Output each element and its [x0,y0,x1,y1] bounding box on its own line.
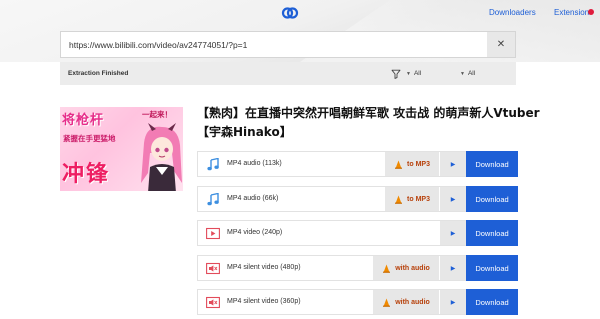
convert-button[interactable]: to MP3 [385,152,439,176]
convert-button[interactable]: to MP3 [385,187,439,211]
play-button[interactable]: ▶ [440,290,466,314]
format-row: MP4 audio (66k) to MP3 ▶ Download [197,186,518,212]
close-icon: ✕ [496,39,506,50]
convert-label: to MP3 [407,195,430,203]
video-player-icon [206,227,220,240]
play-button[interactable]: ▶ [440,152,466,176]
muted-video-icon [206,296,220,309]
download-button[interactable]: Download [466,255,518,281]
download-button[interactable]: Download [466,289,518,315]
muted-video-icon [206,262,220,275]
extraction-status: Extraction Finished [68,70,129,77]
chevron-down-icon: ▼ [406,71,411,77]
funnel-icon[interactable] [391,69,401,79]
play-icon: ▶ [450,230,456,237]
filter-type-select[interactable]: ▼ All [406,70,421,77]
url-input[interactable] [61,32,489,57]
vlc-cone-icon [383,264,391,273]
thumbnail-text-line3: 冲锋 [62,162,111,187]
music-note-icon [207,158,219,171]
format-label: MP4 silent video (480p) [227,264,301,271]
filter-type-value: All [413,70,422,77]
video-thumbnail: 将枪杆 一起来！ 紧握在手更猛地 冲锋 [60,107,183,191]
play-icon: ▶ [450,265,456,272]
format-row: MP4 silent video (360p) with audio ▶ Dow… [197,289,518,315]
status-bar: Extraction Finished ▼ All ▼ All [60,62,516,85]
vlc-cone-icon [395,195,403,204]
filter-quality-select[interactable]: ▼ All [460,70,475,77]
format-row: MP4 video (240p) ▶ Download [197,220,518,246]
format-label: MP4 audio (113k) [227,160,282,167]
convert-button[interactable]: with audio [373,256,439,280]
url-bar: ✕ [60,31,516,58]
anime-character-illustration [141,123,182,191]
thumbnail-text-line2: 紧握在手更猛地 [63,134,116,143]
video-title: 【熟肉】在直播中突然开唱朝鲜军歌 攻击战 的萌声新人Vtuber【宇森Hinak… [197,106,540,139]
vlc-cone-icon [383,298,391,307]
thumbnail-text-line1: 将枪杆 [62,113,105,128]
convert-button[interactable]: with audio [373,290,439,314]
play-button[interactable]: ▶ [440,256,466,280]
play-icon: ▶ [450,299,456,306]
format-label: MP4 video (240p) [227,229,283,236]
convert-label: with audio [395,264,430,272]
format-label: MP4 audio (66k) [227,195,279,202]
convert-label: with audio [395,298,430,306]
format-row: MP4 audio (113k) to MP3 ▶ Download [197,151,518,177]
thumbnail-text-line1b: 一起来！ [142,110,172,119]
link-chain-icon[interactable] [281,4,299,22]
format-row: MP4 silent video (480p) with audio ▶ Dow… [197,255,518,281]
extension-badge [588,9,594,15]
music-note-icon [207,193,219,206]
vlc-cone-icon [395,160,403,169]
nav-extension-link[interactable]: Extension [554,8,589,17]
chevron-down-icon: ▼ [460,71,465,77]
play-icon: ▶ [450,196,456,203]
download-button[interactable]: Download [466,186,518,212]
download-button[interactable]: Download [466,151,518,177]
clear-url-button[interactable]: ✕ [487,32,515,57]
format-label: MP4 silent video (360p) [227,298,301,305]
play-button[interactable]: ▶ [440,187,466,211]
play-icon: ▶ [450,161,456,168]
convert-label: to MP3 [407,160,430,168]
nav-downloaders-link[interactable]: Downloaders [489,8,536,17]
filter-quality-value: All [467,70,476,77]
play-button[interactable]: ▶ [440,221,466,245]
download-button[interactable]: Download [466,220,518,246]
